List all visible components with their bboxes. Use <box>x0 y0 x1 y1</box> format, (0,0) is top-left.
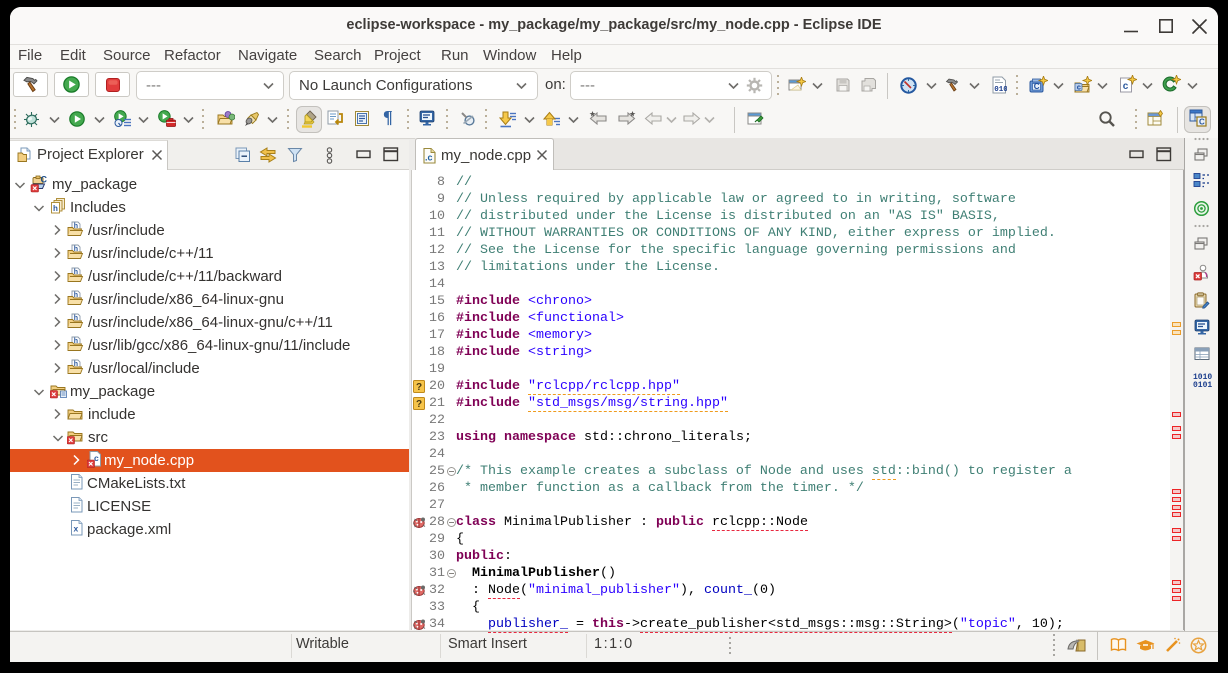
svg-text:?: ? <box>416 382 422 393</box>
svg-text:c: c <box>1077 82 1081 91</box>
svg-text:C: C <box>41 175 48 185</box>
svg-text:C: C <box>1199 118 1205 127</box>
svg-text:?: ? <box>416 399 422 410</box>
svg-text:c: c <box>1123 81 1129 92</box>
svg-text:.c: .c <box>425 153 433 163</box>
svg-text:x: x <box>74 524 79 534</box>
svg-text:C: C <box>1034 82 1040 91</box>
svg-text:010: 010 <box>994 86 1007 94</box>
svg-text:h: h <box>53 204 58 213</box>
